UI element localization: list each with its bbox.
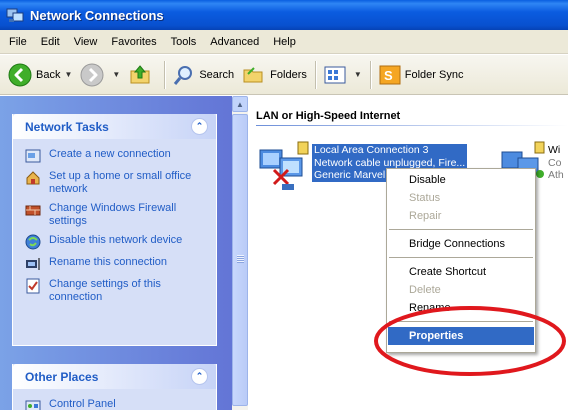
connection-label: Wi Co Ath <box>548 144 564 182</box>
folder-sync-label: Folder Sync <box>404 68 464 81</box>
disable-device-icon <box>25 234 41 250</box>
connection-name: Local Area Connection 3 <box>314 144 429 156</box>
menu-separator <box>389 321 533 322</box>
connection-status: Co <box>548 156 562 169</box>
menu-help[interactable]: Help <box>266 36 303 48</box>
task-label: Disable this network device <box>49 234 183 246</box>
menu-item-bridge-connections[interactable]: Bridge Connections <box>388 235 534 253</box>
menu-item-disable[interactable]: Disable <box>388 171 534 189</box>
views-button[interactable]: ▼ <box>320 59 366 91</box>
window-title: Network Connections <box>30 7 164 23</box>
menu-view[interactable]: View <box>67 36 105 48</box>
task-rename-connection[interactable]: Rename this connection <box>13 253 216 275</box>
task-create-connection[interactable]: Create a new connection <box>13 145 216 167</box>
task-change-settings[interactable]: Change settings of this connection <box>13 275 216 307</box>
context-menu: Disable Status Repair Bridge Connections… <box>386 168 536 353</box>
new-connection-icon <box>25 149 41 163</box>
connection-name: Wi <box>548 144 561 156</box>
forward-button[interactable]: ▼ <box>76 59 124 91</box>
other-places-title: Other Places <box>25 369 99 384</box>
menu-item-rename[interactable]: Rename <box>388 299 534 317</box>
menu-separator <box>389 229 533 230</box>
task-disable-device[interactable]: Disable this network device <box>13 231 216 253</box>
views-icon <box>324 66 346 83</box>
toolbar: Back ▼ ▼ Search Folders ▼ S Folder Sync <box>0 55 568 95</box>
collapse-chevron-icon[interactable]: ⌃ <box>191 118 208 135</box>
menu-favorites[interactable]: Favorites <box>104 36 163 48</box>
scroll-up-icon[interactable]: ▲ <box>232 96 248 112</box>
back-arrow-icon <box>8 63 32 86</box>
title-bar: Network Connections <box>0 0 568 30</box>
home-network-icon <box>26 171 40 185</box>
task-label: Set up a home or small office network <box>49 170 192 195</box>
network-connections-icon <box>6 8 24 22</box>
network-tasks-header[interactable]: Network Tasks ⌃ <box>13 114 216 139</box>
group-divider <box>256 125 568 126</box>
menu-advanced[interactable]: Advanced <box>203 36 266 48</box>
menu-edit[interactable]: Edit <box>34 36 67 48</box>
firewall-icon <box>25 205 41 216</box>
task-home-network[interactable]: Set up a home or small office network <box>13 167 216 199</box>
up-folder-icon <box>130 64 150 83</box>
folder-sync-button[interactable]: S Folder Sync <box>375 59 468 91</box>
place-control-panel[interactable]: Control Panel <box>13 395 216 410</box>
menu-file[interactable]: File <box>2 36 34 48</box>
network-tasks-panel: Network Tasks ⌃ Create a new connection … <box>12 114 217 346</box>
task-label: Create a new connection <box>49 148 171 160</box>
menu-tools[interactable]: Tools <box>164 36 204 48</box>
menu-item-repair: Repair <box>409 210 442 222</box>
task-label: Change Windows Firewall settings <box>49 202 177 227</box>
other-places-header[interactable]: Other Places ⌃ <box>13 364 216 389</box>
network-tasks-title: Network Tasks <box>25 119 109 134</box>
menu-item-status: Status <box>409 192 441 204</box>
folders-button[interactable]: Folders <box>238 59 311 91</box>
collapse-chevron-icon[interactable]: ⌃ <box>191 368 208 385</box>
toolbar-separator <box>369 60 371 89</box>
svg-text:S: S <box>384 68 393 83</box>
lan-connection-unplugged-icon <box>259 141 309 190</box>
connection-device: Ath <box>548 169 564 181</box>
menu-item-create-shortcut[interactable]: Create Shortcut <box>388 263 534 281</box>
scroll-thumb[interactable] <box>232 114 248 406</box>
other-places-panel: Other Places ⌃ Control Panel <box>12 364 217 410</box>
task-label: Change settings of this connection <box>49 278 161 303</box>
menu-item-delete: Delete <box>409 284 441 296</box>
task-firewall-settings[interactable]: Change Windows Firewall settings <box>13 199 216 231</box>
place-label: Control Panel <box>49 398 116 410</box>
folder-sync-icon: S <box>379 65 401 84</box>
group-title: LAN or High-Speed Internet <box>256 110 401 122</box>
rename-icon <box>26 258 40 270</box>
properties-icon <box>26 278 40 294</box>
menu-bar: File Edit View Favorites Tools Advanced … <box>0 30 568 54</box>
search-icon <box>174 65 193 85</box>
search-label: Search <box>199 68 235 81</box>
task-pane: Network Tasks ⌃ Create a new connection … <box>0 96 232 410</box>
menu-item-properties[interactable]: Properties <box>388 327 534 345</box>
back-dropdown-icon[interactable]: ▼ <box>64 70 72 79</box>
vertical-scrollbar[interactable]: ▲ <box>232 96 248 410</box>
toolbar-separator <box>314 60 316 89</box>
views-dropdown-icon[interactable]: ▼ <box>354 70 362 79</box>
forward-arrow-icon <box>80 63 104 86</box>
folders-label: Folders <box>270 68 307 81</box>
menu-separator <box>389 257 533 258</box>
toolbar-separator <box>164 60 166 89</box>
up-folder-button[interactable] <box>124 59 160 91</box>
task-label: Rename this connection <box>49 256 168 268</box>
scroll-grip <box>237 255 244 263</box>
folders-icon <box>243 66 263 82</box>
back-button[interactable]: Back ▼ <box>4 59 76 91</box>
back-label: Back <box>36 68 61 81</box>
search-button[interactable]: Search <box>169 59 238 91</box>
forward-dropdown-icon[interactable]: ▼ <box>112 70 120 79</box>
control-panel-icon <box>25 400 41 410</box>
